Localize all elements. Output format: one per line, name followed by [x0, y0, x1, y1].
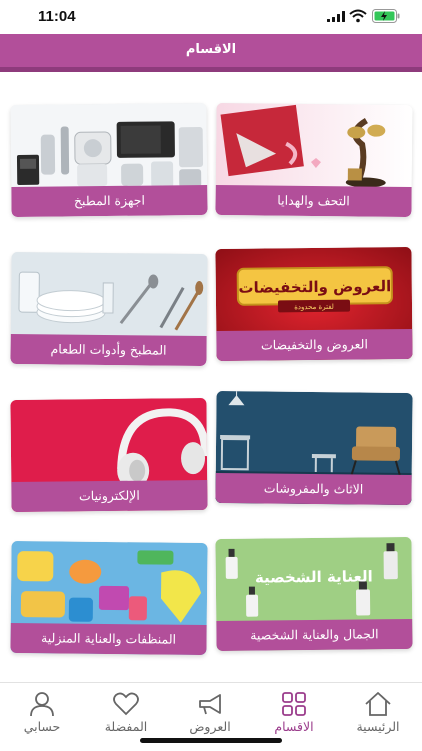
status-time: 11:04: [38, 8, 76, 25]
page-header: الاقسام: [0, 34, 422, 72]
category-label: الجمال والعناية الشخصية: [216, 619, 412, 651]
tab-account[interactable]: حسابي: [0, 683, 84, 743]
status-bar: 11:04: [0, 0, 422, 34]
tab-label: العروض: [168, 719, 252, 734]
offers-banner-subtext: لفترة محدودة: [294, 303, 334, 311]
tab-favorites[interactable]: المفضلة: [84, 683, 168, 743]
beauty-banner-text: العناية الشخصية: [255, 567, 373, 586]
category-label: المنظفات والعناية المنزلية: [10, 623, 206, 655]
wifi-icon: [349, 9, 367, 23]
home-icon: [364, 691, 392, 717]
category-card-kitchen-dining[interactable]: المطبخ وأدوات الطعام: [10, 252, 207, 366]
category-card-cleaning[interactable]: المنظفات والعناية المنزلية: [10, 541, 207, 655]
page-title: الاقسام: [0, 42, 422, 57]
category-card-gifts-antiques[interactable]: التحف والهدايا: [215, 103, 412, 217]
category-card-electronics[interactable]: الإلكترونيات: [10, 398, 207, 512]
category-card-furniture[interactable]: الاثاث والمفروشات: [215, 391, 412, 505]
category-label: الاثاث والمفروشات: [215, 473, 411, 505]
category-label: المطبخ وأدوات الطعام: [10, 334, 206, 366]
category-card-kitchen-appliances[interactable]: اجهزة المطبخ: [10, 103, 207, 217]
grid-icon: [280, 691, 308, 717]
user-icon: [28, 691, 56, 717]
tab-categories[interactable]: الاقسام: [252, 683, 336, 743]
category-label: التحف والهدايا: [215, 185, 411, 217]
category-label: الإلكترونيات: [11, 480, 207, 512]
megaphone-icon: [196, 691, 224, 717]
tab-label: الاقسام: [252, 719, 336, 734]
category-card-offers-discounts[interactable]: العروض والتخفيضات لفترة محدودة العروض وا…: [215, 247, 412, 361]
tab-label: حسابي: [0, 719, 84, 734]
battery-charging-icon: [372, 9, 400, 23]
tab-label: المفضلة: [84, 719, 168, 734]
home-indicator: [140, 738, 282, 743]
heart-icon: [112, 691, 140, 717]
tab-offers[interactable]: العروض: [168, 683, 252, 743]
categories-grid: اجهزة المطبخ التحف والهدايا: [0, 72, 422, 682]
category-card-beauty[interactable]: العناية الشخصية الجمال والعناية الشخصية: [215, 537, 412, 651]
tab-home[interactable]: الرئيسية: [336, 683, 420, 743]
cellular-signal-icon: [327, 11, 345, 22]
offers-banner-text: العروض والتخفيضات: [238, 277, 391, 297]
category-label: العروض والتخفيضات: [216, 329, 412, 361]
tab-label: الرئيسية: [336, 719, 420, 734]
category-label: اجهزة المطبخ: [11, 185, 207, 217]
